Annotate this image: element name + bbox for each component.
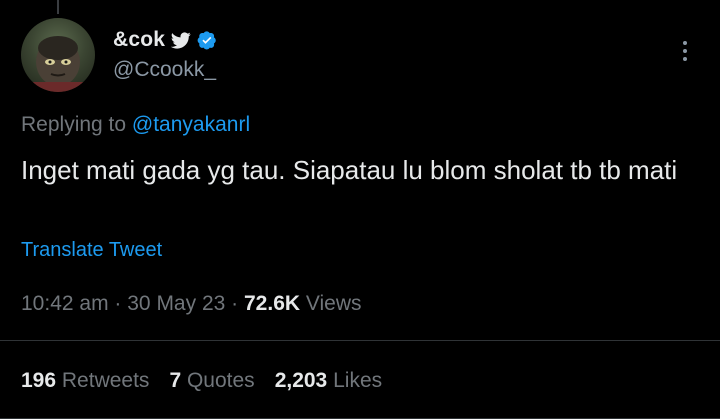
meta-separator: · <box>231 292 239 315</box>
tweet-meta-row: 10:42 am · 30 May 23 · 72.6K Views <box>21 292 362 316</box>
likes-count: 2,203 <box>274 369 328 392</box>
meta-separator: · <box>114 292 122 315</box>
likes-stat[interactable]: 2,203 Likes <box>275 369 382 393</box>
more-options-icon-dot <box>683 49 687 53</box>
more-options-button[interactable] <box>673 36 697 66</box>
views-count[interactable]: 72.6K <box>244 292 300 315</box>
author-display-name[interactable]: &cok <box>113 28 165 52</box>
replying-to-prefix: Replying to <box>21 113 127 136</box>
divider <box>0 340 720 341</box>
retweets-stat[interactable]: 196 Retweets <box>21 369 149 393</box>
author-handle[interactable]: @Ccookk_ <box>113 58 216 82</box>
likes-label: Likes <box>333 369 383 392</box>
avatar[interactable] <box>21 18 95 92</box>
thread-connector-line <box>57 0 59 14</box>
views-label: Views <box>305 292 362 315</box>
translate-tweet-link[interactable]: Translate Tweet <box>21 239 162 262</box>
reply-mention-link[interactable]: @tanyakanrl <box>132 113 250 136</box>
tweet-date[interactable]: 30 May 23 <box>127 292 225 315</box>
more-options-icon-dot <box>683 41 687 45</box>
tweet-text: Inget mati gada yg tau. Siapatau lu blom… <box>21 155 678 185</box>
author-name-row: &cok <box>113 28 217 52</box>
avatar-image <box>21 36 95 92</box>
twitter-bird-icon <box>171 30 191 50</box>
quotes-count: 7 <box>169 369 182 392</box>
quotes-label: Quotes <box>186 369 255 392</box>
quotes-stat[interactable]: 7 Quotes <box>169 369 254 393</box>
retweets-count: 196 <box>21 369 57 392</box>
tweet-time[interactable]: 10:42 am <box>21 292 109 315</box>
engagement-stats-row: 196 Retweets 7 Quotes 2,203 Likes <box>21 369 382 393</box>
more-options-icon-dot <box>683 57 687 61</box>
replying-to-line: Replying to @tanyakanrl <box>21 113 250 137</box>
retweets-label: Retweets <box>61 369 150 392</box>
verified-badge-icon[interactable] <box>197 30 217 50</box>
